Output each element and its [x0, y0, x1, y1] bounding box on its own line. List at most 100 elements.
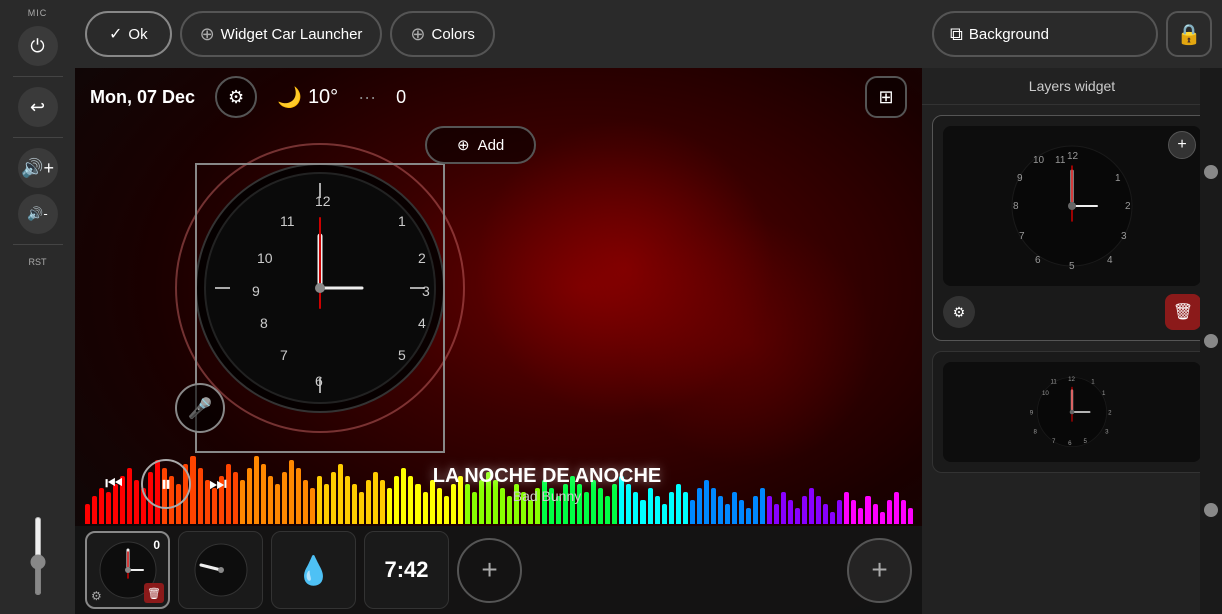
check-icon: ✓ [109, 24, 122, 44]
plus-icon-widget: ⊕ [200, 24, 215, 45]
music-info: LA NOCHE DE ANOCHE Bad Bunny [252, 465, 842, 504]
separator: ··· [358, 87, 376, 108]
back-button[interactable]: ↩ [18, 87, 58, 127]
widget-label: Widget Car Launcher [221, 26, 363, 43]
add-button[interactable]: ⊕ Add [425, 126, 536, 164]
divider-1 [13, 76, 63, 77]
layer-preview-2: 12 1 2 3 10 9 8 6 7 5 11 1 [943, 362, 1201, 462]
svg-text:12: 12 [1067, 151, 1079, 162]
settings-button[interactable]: ⚙ [215, 76, 257, 118]
pause-button[interactable]: ⏸ [141, 459, 191, 509]
layer-item-2[interactable]: 12 1 2 3 10 9 8 6 7 5 11 1 [932, 351, 1212, 473]
divider-2 [13, 137, 63, 138]
music-artist: Bad Bunny [252, 488, 842, 504]
layers-label: Layers widget [1029, 78, 1115, 94]
right-top-bar: ⧉ Background 🔒 [922, 0, 1222, 68]
add-label: Add [478, 137, 505, 154]
widget-settings-icon: ⚙ [91, 589, 102, 603]
svg-text:6: 6 [1035, 255, 1041, 266]
bottom-widgets-bar: ⚙ 🗑 0 💧 7:42 + + [75, 526, 922, 614]
svg-text:12: 12 [1068, 376, 1075, 383]
layer-clock-svg-2: 12 1 2 3 10 9 8 6 7 5 11 1 [1022, 367, 1122, 457]
volume-up-button[interactable]: 🔊+ [18, 148, 58, 188]
music-bar: ⏮ ⏸ ⏭ LA NOCHE DE ANOCHE Bad Bunny [75, 444, 922, 524]
top-bar: ✓ Ok ⊕ Widget Car Launcher ⊕ Colors [75, 0, 922, 68]
next-button[interactable]: ⏭ [199, 465, 237, 503]
background-button[interactable]: ⧉ Background [932, 11, 1158, 57]
svg-text:7: 7 [1052, 438, 1056, 445]
music-title: LA NOCHE DE ANOCHE [252, 465, 842, 488]
widget-value: 0 [153, 538, 160, 552]
droplet-icon: 💧 [296, 554, 331, 587]
layer-preview-1: + 12 1 2 3 4 5 6 7 8 9 10 11 [943, 126, 1201, 286]
add-plus-icon: ⊕ [457, 136, 470, 154]
svg-text:2: 2 [1108, 409, 1112, 416]
clock-widget-area: 12 1 2 3 4 5 6 7 8 9 10 11 [165, 123, 475, 493]
svg-text:4: 4 [1107, 255, 1113, 266]
volume-down-button[interactable]: 🔊- [18, 194, 58, 234]
layer-delete-button[interactable]: 🗑 [1165, 294, 1201, 330]
layers-icon: ⧉ [950, 24, 963, 45]
music-controls: ⏮ ⏸ ⏭ [95, 459, 237, 509]
svg-text:3: 3 [1105, 429, 1109, 436]
power-button[interactable]: ⏻ [18, 26, 58, 66]
signal-display: 0 [396, 87, 406, 108]
time-widget[interactable]: 7:42 [364, 531, 449, 609]
grid-button[interactable]: ⊞ [865, 76, 907, 118]
weather-display: 🌙 10° [277, 85, 338, 110]
mic-label: MIC [28, 8, 48, 18]
layers-area: + 12 1 2 3 4 5 6 7 8 9 10 11 [922, 105, 1222, 614]
ok-button[interactable]: ✓ Ok [85, 11, 172, 57]
svg-text:9: 9 [1030, 409, 1034, 416]
prev-button[interactable]: ⏮ [95, 465, 133, 503]
colors-button[interactable]: ⊕ Colors [390, 11, 494, 57]
layer-clock-svg: 12 1 2 3 4 5 6 7 8 9 10 11 [1007, 141, 1137, 271]
svg-text:5: 5 [1084, 438, 1088, 445]
widget-delete-icon: 🗑 [144, 583, 164, 603]
plus-icon-colors: ⊕ [410, 24, 425, 45]
slider-dot-2[interactable] [1204, 334, 1218, 348]
layers-header: Layers widget [922, 68, 1222, 105]
svg-text:1: 1 [1102, 390, 1106, 397]
widget-thumb-3[interactable]: 💧 [271, 531, 356, 609]
svg-text:5: 5 [1069, 261, 1075, 271]
sidebar-slider-container [35, 273, 41, 606]
colors-label: Colors [432, 26, 475, 43]
microphone-button[interactable]: 🎤 [175, 383, 225, 433]
svg-text:3: 3 [1121, 231, 1127, 242]
right-slider-panel [1200, 68, 1222, 614]
save-button[interactable]: 🔒 [1166, 11, 1212, 57]
time-display: 7:42 [384, 557, 428, 583]
right-panel: Layers widget + 12 1 2 3 4 5 6 7 8 9 10 [922, 68, 1222, 614]
background-label: Background [969, 26, 1049, 43]
svg-text:7: 7 [1019, 231, 1025, 242]
widget-thumb-2[interactable] [178, 531, 263, 609]
slider-dot-1[interactable] [1204, 165, 1218, 179]
layer-add-button[interactable]: + [1168, 131, 1196, 159]
svg-text:6: 6 [1068, 440, 1072, 447]
add-widget-button-small[interactable]: + [457, 538, 522, 603]
svg-text:10: 10 [1033, 155, 1045, 166]
widget-thumb-1[interactable]: ⚙ 🗑 0 [85, 531, 170, 609]
temperature-display: 10° [308, 86, 338, 109]
ok-label: Ok [128, 26, 147, 43]
clock-selection-box [195, 163, 445, 453]
slider-dot-3[interactable] [1204, 503, 1218, 517]
svg-text:10: 10 [1042, 390, 1049, 397]
layer-item-1[interactable]: + 12 1 2 3 4 5 6 7 8 9 10 11 [932, 115, 1212, 341]
layer-controls-1: ⚙ 🗑 [943, 294, 1201, 330]
divider-3 [13, 244, 63, 245]
svg-text:8: 8 [1034, 429, 1038, 436]
bottom-add-button[interactable]: + [847, 538, 912, 603]
svg-text:11: 11 [1050, 379, 1057, 386]
red-glow-2 [625, 218, 875, 468]
rst-label: RST [29, 257, 47, 267]
sidebar-slider[interactable] [35, 516, 41, 596]
svg-text:11: 11 [1055, 155, 1066, 166]
svg-text:2: 2 [1125, 201, 1131, 212]
date-display: Mon, 07 Dec [90, 87, 195, 108]
widget-car-launcher-button[interactable]: ⊕ Widget Car Launcher [180, 11, 383, 57]
gauge-svg [191, 540, 251, 600]
info-right: ⊞ [865, 76, 907, 118]
layer-settings-button[interactable]: ⚙ [943, 296, 975, 328]
